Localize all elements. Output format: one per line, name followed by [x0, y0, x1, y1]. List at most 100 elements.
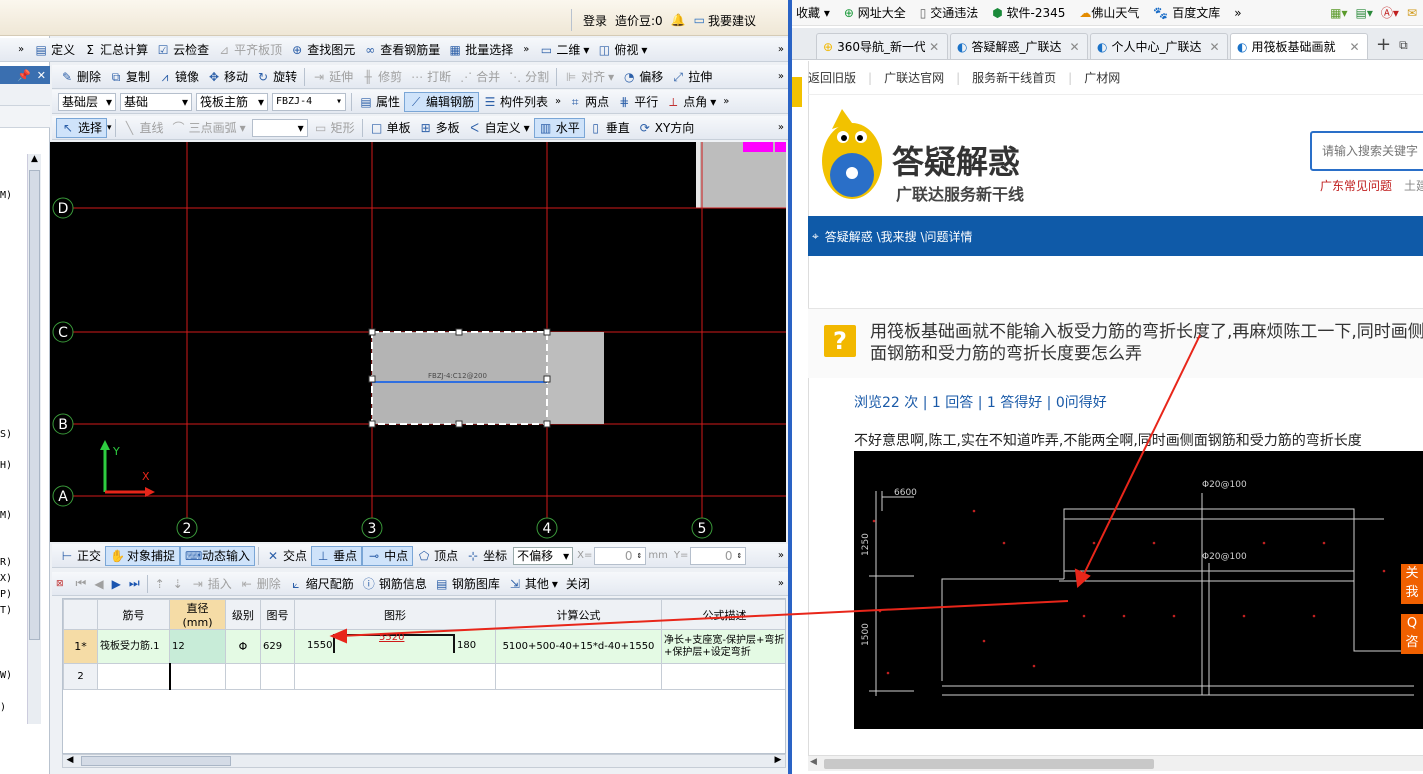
x-coord-input[interactable]: 0 ⇕ — [594, 546, 647, 565]
stretch-button[interactable]: ⤢ 拉伸 — [667, 67, 716, 87]
object-snap-button[interactable]: ✋ 对象捕捉 — [105, 545, 181, 566]
view-2d-dropdown[interactable]: ▭ 二维 ▾ — [535, 40, 593, 60]
reader-icon[interactable]: ▤▾ — [1356, 6, 1373, 20]
view-rebar-button[interactable]: ∞ 查看钢筋量 — [359, 40, 444, 60]
col-header[interactable]: 筋号 — [97, 599, 170, 630]
login-link[interactable]: 登录 — [583, 12, 607, 29]
tab-question[interactable]: ◐ 用筏板基础画就 ✕ — [1230, 33, 1368, 59]
col-header[interactable]: 公式描述 — [661, 599, 785, 630]
fav-link[interactable]: ☁佛山天气 — [1079, 4, 1139, 21]
scale-rebar-button[interactable]: ⟀ 缩尺配筋 — [285, 574, 358, 594]
rebar-info-button[interactable]: ⓘ 钢筋信息 — [358, 574, 431, 594]
tab-answers[interactable]: ◐ 答疑解惑_广联达 ✕ — [950, 33, 1088, 59]
last-record-button[interactable]: ⏭ — [125, 574, 144, 594]
cell-empty[interactable] — [260, 663, 295, 690]
offset-button[interactable]: ◔ 偏移 — [618, 67, 667, 87]
dock-scrollbar[interactable]: ▲ — [27, 154, 41, 724]
cell-figure-no[interactable]: 629 — [260, 629, 295, 664]
type-select[interactable]: 筏板主筋 ▾ — [196, 92, 268, 111]
dynamic-input-button[interactable]: ⌨ 动态输入 — [180, 545, 256, 566]
ortho-button[interactable]: ⊢ 正交 — [56, 546, 105, 566]
page-h-scrollbar[interactable]: ◀ — [808, 755, 1423, 771]
close-grid-button[interactable]: 关闭 — [562, 574, 594, 594]
two-point-button[interactable]: ⌗ 两点 — [564, 92, 613, 112]
next-record-button[interactable]: ▶ — [108, 574, 125, 594]
intersection-button[interactable]: ✕ 交点 — [262, 546, 311, 566]
cell-formula[interactable]: 5100+500-40+15*d-40+1550 — [495, 629, 662, 664]
rotate-button[interactable]: ↻ 旋转 — [252, 67, 301, 87]
col-header[interactable]: 图形 — [294, 599, 496, 630]
fav-link[interactable]: ⬢ 软件-2345 — [992, 4, 1065, 21]
cell-empty[interactable] — [661, 663, 785, 690]
float-qq-button[interactable]: Q咨 — [1401, 614, 1423, 654]
nav-link[interactable]: 广联达官网 — [884, 69, 944, 86]
prev-record-button[interactable]: ◀ — [90, 574, 107, 594]
float-contact-button[interactable]: 关我 — [1401, 564, 1423, 604]
fav-link[interactable]: ⊕ 网址大全 — [844, 4, 906, 21]
more-favs-icon[interactable]: » — [1234, 6, 1241, 20]
find-element-button[interactable]: ⊕ 查找图元 — [286, 40, 359, 60]
cell-empty[interactable] — [97, 663, 171, 690]
rect-button[interactable]: ▭ 矩形 — [310, 118, 359, 138]
cell-empty[interactable] — [225, 663, 261, 690]
site-logo[interactable]: 答疑解惑 广联达服务新干线 — [810, 101, 1050, 211]
cad-drawing[interactable]: FBZJ-4:C12@200 D C B A 2 3 4 5 Y X — [50, 142, 786, 542]
line-button[interactable]: ╲ 直线 — [119, 118, 168, 138]
layer-select[interactable]: 基础层 ▾ — [58, 92, 116, 111]
delete-button[interactable]: ✎ 删除 — [56, 67, 105, 87]
tab-close-icon[interactable]: ✕ — [1349, 40, 1359, 54]
arc-dropdown[interactable]: ⌒ 三点画弧 ▾ — [168, 118, 250, 138]
fav-link[interactable]: ▯ 交通违法 — [920, 4, 978, 21]
edit-rebar-button[interactable]: ⟋ 编辑钢筋 — [404, 91, 480, 112]
delete-row-button[interactable]: ⇤ 删除 — [236, 574, 285, 594]
custom-dropdown[interactable]: ᐸ 自定义 ▾ — [464, 118, 534, 138]
close-icon[interactable]: ✕ — [37, 69, 46, 82]
point-angle-dropdown[interactable]: ⟂ 点角 ▾ — [662, 92, 720, 112]
define-button[interactable]: ▤ 定义 — [30, 40, 79, 60]
shape-mid-length[interactable]: 5520 — [379, 632, 404, 643]
sum-calc-button[interactable]: Σ 汇总计算 — [79, 40, 152, 60]
coordinate-button[interactable]: ⊹ 坐标 — [462, 546, 511, 566]
cell-grade[interactable]: Φ — [225, 629, 261, 664]
y-coord-input[interactable]: 0 ⇕ — [690, 546, 747, 565]
move-down-button[interactable]: ⇣ — [169, 574, 187, 594]
col-header[interactable]: 直径(mm) — [169, 599, 226, 630]
search-box[interactable] — [1310, 131, 1423, 171]
properties-button[interactable]: ▤ 属性 — [355, 92, 404, 112]
col-header[interactable]: 图号 — [260, 599, 295, 630]
hot-link[interactable]: 土建 — [1404, 177, 1423, 194]
trim-button[interactable]: ╫ 修剪 — [357, 67, 406, 87]
row-index[interactable]: 2 — [63, 663, 98, 690]
close-small-icon[interactable]: ⊠ — [56, 579, 64, 589]
suggest-link[interactable]: ▭ 我要建议 — [694, 12, 756, 29]
tab-profile[interactable]: ◐ 个人中心_广联达 ✕ — [1090, 33, 1228, 59]
translate-icon[interactable]: Ⓐ▾ — [1381, 4, 1399, 21]
align-dropdown[interactable]: ⊫ 对齐 ▾ — [560, 67, 618, 87]
cell-empty[interactable] — [495, 663, 662, 690]
vertical-button[interactable]: ▯ 垂直 — [585, 118, 634, 138]
fav-collect[interactable]: 收藏 ▾ — [796, 4, 830, 21]
nav-link[interactable]: 服务新干线首页 — [972, 69, 1056, 86]
extend-button[interactable]: ⇥ 延伸 — [308, 67, 357, 87]
cad-canvas[interactable]: FBZJ-4:C12@200 D C B A 2 3 4 5 Y X — [50, 142, 786, 542]
xy-direction-button[interactable]: ⟳ XY方向 — [634, 118, 699, 138]
parallel-button[interactable]: ⋕ 平行 — [613, 92, 662, 112]
tab-close-icon[interactable]: ✕ — [929, 40, 939, 54]
move-up-button[interactable]: ⇡ — [151, 574, 169, 594]
multi-board-button[interactable]: ⊞ 多板 — [415, 118, 464, 138]
mirror-button[interactable]: ⩘ 镜像 — [154, 67, 203, 87]
arc-option-select[interactable]: ▾ — [251, 118, 308, 137]
break-button[interactable]: ⋯ 打断 — [406, 67, 455, 87]
breadcrumb-text[interactable]: 答疑解惑 \我来搜 \问题详情 — [825, 228, 973, 245]
col-header[interactable]: 计算公式 — [495, 599, 662, 630]
pin-icon[interactable]: 📌 — [17, 69, 31, 82]
bell-icon[interactable]: 🔔 — [671, 13, 686, 27]
table-h-scrollbar[interactable]: ◀ ▶ — [62, 754, 786, 768]
select-button[interactable]: ↖ 选择 — [56, 117, 108, 138]
row-index[interactable]: 1* — [63, 629, 98, 664]
message-icon[interactable]: ✉ — [1407, 6, 1417, 20]
other-dropdown[interactable]: ⇲ 其他 ▾ — [504, 574, 562, 594]
cell-bar-name[interactable]: 筏板受力筋.1 — [97, 629, 170, 664]
cell-empty[interactable] — [169, 663, 226, 690]
cell-shape[interactable]: 1550 5520 180 — [294, 629, 496, 664]
